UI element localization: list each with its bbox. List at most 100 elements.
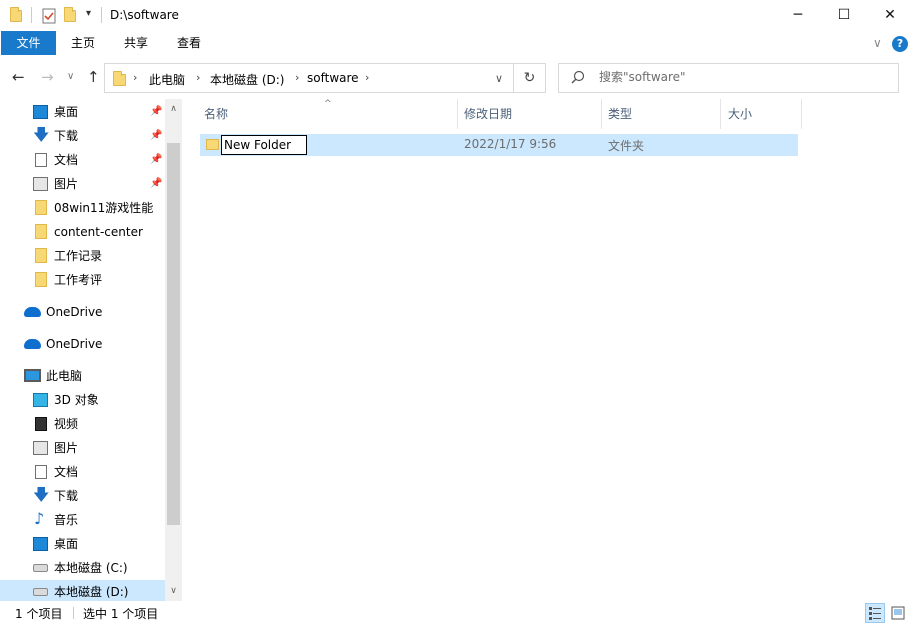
column-header-type[interactable]: 类型 [608,99,632,129]
refresh-button[interactable]: ↻ [514,63,546,93]
computer-icon [24,369,41,382]
sidebar-item-music[interactable]: ♪ 音乐 [0,508,165,532]
separator [73,607,74,619]
sidebar-item-desktop[interactable]: 桌面 [0,532,165,556]
search-input[interactable] [599,70,889,84]
tab-share[interactable]: 共享 [111,31,161,55]
document-icon [35,465,47,479]
forward-button[interactable]: → [41,68,54,86]
column-divider[interactable] [601,99,602,129]
title-bar: ▾ D:\software ─ ☐ ✕ [0,0,913,31]
sidebar-item-drive-c[interactable]: 本地磁盘 (C:) [0,556,165,580]
sidebar-item-3d-objects[interactable]: 3D 对象 [0,388,165,412]
sidebar-item-onedrive[interactable]: OneDrive [0,300,165,324]
recent-locations-button[interactable]: ∨ [67,71,74,82]
sidebar-item-label: 下载 [54,489,79,503]
sidebar-item-label: 下载 [54,129,79,143]
sidebar-item-content-center[interactable]: content-center [0,220,165,244]
breadcrumb-software[interactable]: software [307,71,359,85]
column-header-name[interactable]: 名称 [204,99,228,129]
folder-icon [35,224,47,239]
pin-icon: 📌 [150,178,163,189]
sidebar-item-desktop[interactable]: 桌面 📌 [0,100,165,124]
sidebar-item-documents[interactable]: 文档 [0,460,165,484]
sidebar-item-downloads[interactable]: 🡇 下载 [0,484,165,508]
breadcrumb-separator[interactable]: › [365,71,369,84]
address-bar[interactable]: › 此电脑 › 本地磁盘 (D:) › software › ∨ [104,63,514,93]
scroll-down-button[interactable]: ∨ [165,583,182,600]
column-header-size[interactable]: 大小 [728,99,752,129]
breadcrumb-separator[interactable]: › [133,71,137,84]
download-icon: 🡇 [33,125,50,144]
properties-icon[interactable] [42,8,56,24]
sidebar-scrollbar[interactable]: ∧ ∨ [165,99,182,601]
sidebar-item-label: OneDrive [46,337,103,351]
sidebar-item-work-log[interactable]: 工作记录 [0,244,165,268]
tab-file[interactable]: 文件 [1,31,56,55]
details-view-icon[interactable] [865,603,885,623]
folder-icon [206,139,219,150]
breadcrumb-separator[interactable]: › [196,71,200,84]
sidebar-item-downloads[interactable]: 🡇 下载 📌 [0,124,165,148]
address-row: ← → ∨ ↑ › 此电脑 › 本地磁盘 (D:) › software › ∨… [0,57,913,99]
sidebar-item-this-pc[interactable]: 此电脑 [0,364,165,388]
breadcrumb-separator[interactable]: › [295,71,299,84]
sidebar-item-08win11[interactable]: 08win11游戏性能 [0,196,165,220]
scroll-thumb[interactable] [167,143,180,525]
tab-home[interactable]: 主页 [58,31,108,55]
close-button[interactable]: ✕ [867,0,913,31]
column-divider[interactable] [720,99,721,129]
picture-icon [33,177,48,191]
new-folder-icon[interactable] [64,7,78,22]
sidebar-item-onedrive[interactable]: OneDrive [0,332,165,356]
navigation-pane: 桌面 📌 🡇 下载 📌 文档 📌 图片 📌 08win11游戏性能 conten… [0,99,184,601]
back-button[interactable]: ← [12,68,25,86]
search-box[interactable] [558,63,899,93]
sidebar-item-label: 工作记录 [54,249,103,263]
maximize-button[interactable]: ☐ [821,0,867,31]
scroll-up-button[interactable]: ∧ [165,101,182,118]
breadcrumb-this-pc[interactable]: 此电脑 [149,71,185,88]
minimize-button[interactable]: ─ [775,0,821,31]
sidebar-item-label: 图片 [54,441,79,455]
pin-icon: 📌 [150,154,163,165]
tab-view[interactable]: 查看 [164,31,214,55]
column-divider[interactable] [801,99,802,129]
sidebar-item-pictures[interactable]: 图片 📌 [0,172,165,196]
separator [31,7,32,23]
sidebar-item-label: 工作考评 [54,273,103,287]
sidebar-item-label: 图片 [54,177,79,191]
ribbon-tabs: 文件 主页 共享 查看 ∨ ? [0,31,913,57]
sidebar-item-work-review[interactable]: 工作考评 [0,268,165,292]
table-row[interactable]: 2022/1/17 9:56 文件夹 [200,134,798,156]
column-header-modified[interactable]: 修改日期 [464,99,512,129]
sidebar-item-label: 桌面 [54,537,79,551]
breadcrumb-drive-d[interactable]: 本地磁盘 (D:) [210,71,284,88]
column-divider[interactable] [457,99,458,129]
search-icon [571,70,585,84]
folder-icon [35,248,47,263]
expand-ribbon-icon[interactable]: ∨ [873,36,882,50]
sidebar-item-label: 3D 对象 [54,393,99,407]
file-list: ^ 名称 修改日期 类型 大小 2022/1/17 9:56 文件夹 [184,99,913,601]
sidebar-item-videos[interactable]: 视频 [0,412,165,436]
sidebar-item-drive-d[interactable]: 本地磁盘 (D:) [0,580,165,601]
help-icon[interactable]: ? [892,36,908,52]
rename-input[interactable] [221,135,307,155]
sidebar-item-label: 本地磁盘 (D:) [54,585,129,599]
3d-objects-icon [33,393,48,407]
sidebar-item-documents[interactable]: 文档 📌 [0,148,165,172]
sidebar-item-pictures[interactable]: 图片 [0,436,165,460]
sidebar-item-label: 视频 [54,417,79,431]
status-bar: 1 个项目 选中 1 个项目 [0,601,913,625]
video-icon [35,417,47,431]
sidebar-item-label: 08win11游戏性能 [54,201,154,215]
sidebar-item-label: 文档 [54,465,79,479]
large-icons-view-icon[interactable] [888,603,908,623]
item-count: 1 个项目 [15,607,63,621]
folder-icon [35,272,47,287]
address-dropdown-button[interactable]: ∨ [495,72,503,85]
customize-quick-access-icon[interactable]: ▾ [86,8,91,19]
up-button[interactable]: ↑ [87,68,100,86]
folder-icon [35,200,47,215]
